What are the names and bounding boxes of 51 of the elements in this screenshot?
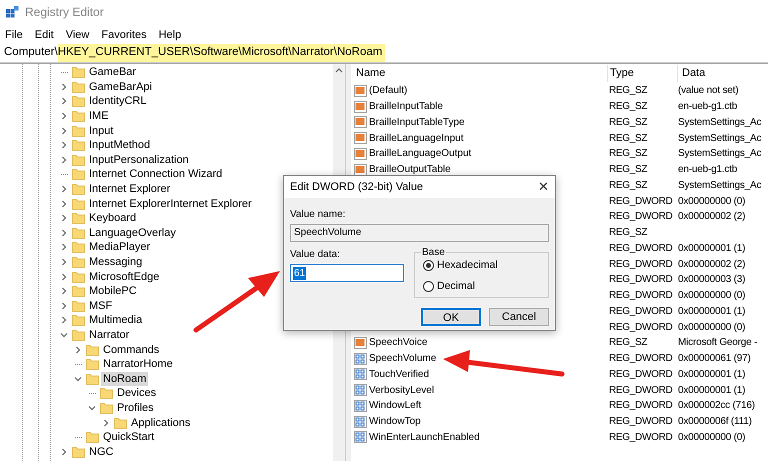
value-type: REG_DWORD [609,211,672,222]
field-label: Value data: [290,248,341,262]
value-data: 0x00000000 (0) [678,320,746,335]
value-type: REG_SZ [609,101,648,112]
value-type: REG_DWORD [609,258,672,270]
value-data: 0x0000006f (111) [678,415,752,430]
value-type: REG_DWORD [609,368,672,380]
value-data: 0x00000000 (0) [678,430,746,445]
value-data: 0x00000003 (3) [678,273,746,288]
value-data: 0x00000061 (97) [678,352,751,366]
value-type: REG_SZ [609,132,648,144]
value-type: REG_DWORD [609,384,672,396]
address-path: HKEY_CURRENT_USER\Software\Microsoft\Narrator\NoRoam [58,44,386,62]
value-data: 0x00000001 (1) [678,242,746,256]
value-type: REG_DWORD [609,400,672,412]
window-title: Registry Editor [25,4,104,21]
value-data: SystemSettings_Ac [678,147,762,162]
value-type: REG_DWORD [609,416,672,428]
value-data: 0x00000001 (1) [678,304,746,319]
value-type: REG_SZ [609,164,648,176]
value-type: REG_SZ [609,227,648,238]
value-data: (value not set) [678,84,738,98]
value-type: REG_SZ [609,148,648,160]
value-data: 0x00000001 (1) [678,384,746,398]
value-type: REG_DWORD [609,353,672,364]
value-data: 0x00000000 (0) [678,194,746,209]
value-data: en-ueb-g1.ctb [678,100,738,114]
value-data: 0x000002cc (716) [678,399,755,414]
address-prefix: Computer\ [4,45,58,60]
value-data: SystemSettings_Ac [678,116,762,130]
value-data: 0x00000000 (0) [678,289,746,304]
value-data: SystemSettings_Ac [678,178,762,193]
value-type: REG_DWORD [609,306,672,317]
value-type: REG_DWORD [609,290,672,302]
value-data: Microsoft George - [678,336,758,350]
value-type: REG_DWORD [609,322,672,333]
value-type: REG_DWORD [609,242,672,254]
field-label: Value name: [290,208,346,222]
value-type: REG_DWORD [609,432,672,443]
value-type: REG_SZ [609,85,648,96]
value-data: 0x00000002 (2) [678,210,746,224]
value-data: en-ueb-g1.ctb [678,163,738,178]
value-type: REG_SZ [609,180,648,191]
value-type: REG_DWORD [609,274,672,286]
value-type: REG_DWORD [609,196,672,207]
value-data: 0x00000002 (2) [678,258,746,272]
value-type: REG_SZ [609,337,648,348]
value-type: REG_SZ [609,116,648,128]
value-data: SystemSettings_Ac [678,132,762,146]
value-data: 0x00000001 (1) [678,368,746,382]
dialog-title: Edit DWORD (32-bit) Value [290,180,424,195]
